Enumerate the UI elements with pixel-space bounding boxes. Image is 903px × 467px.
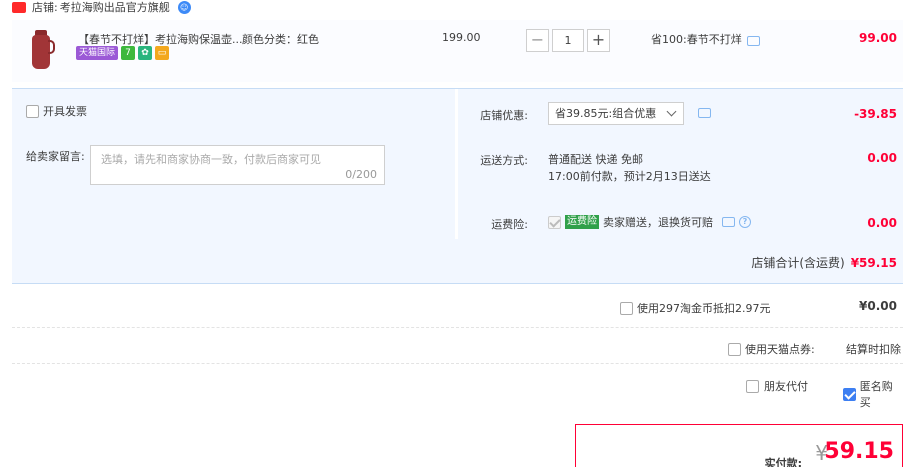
comment-icon[interactable] xyxy=(746,35,760,46)
chat-bubble-icon[interactable]: ☺ xyxy=(177,0,191,14)
anonymous-label: 匿名购买 xyxy=(859,380,893,409)
invoice-label: 开具发票 xyxy=(43,105,87,118)
item-promo-text: 省100:春节不打烊 xyxy=(651,33,742,46)
coin-amount: ¥0.00 xyxy=(859,299,897,313)
green-service-icon: ✿ xyxy=(138,46,153,60)
insurance-amount: 0.00 xyxy=(867,216,897,230)
anonymous-option[interactable]: 匿名购买 xyxy=(843,378,903,410)
store-label: 店铺: xyxy=(32,1,58,14)
product-title-link[interactable]: 【春节不打烊】考拉海购保温壶... xyxy=(78,31,248,47)
shipping-eta: 17:00前付款，预计2月13日送达 xyxy=(548,170,711,183)
store-total-amount: ¥59.15 xyxy=(850,255,897,270)
tmall-coupon-checkbox[interactable] xyxy=(728,342,741,356)
insurance-comment-icon[interactable] xyxy=(722,217,735,227)
seller-message-input[interactable] xyxy=(91,146,384,184)
store-name-link[interactable]: 考拉海购出品官方旗舰 xyxy=(60,0,170,15)
item-promo: 省100:春节不打烊 xyxy=(651,31,760,47)
tmall-coupon-settle: 结算时扣除 xyxy=(846,343,901,356)
order-item-row: 【春节不打烊】考拉海购保温壶... 颜色分类：红色 天猫国际 7 ✿ ▭ 199… xyxy=(12,20,903,82)
store-total-label: 店铺合计(含运费) xyxy=(751,256,845,270)
store-coupon-select[interactable]: 省39.85元:组合优惠 xyxy=(548,102,684,125)
insurance-tag: 运费险 xyxy=(565,215,599,229)
payment-summary: 实付款: ¥ 59.15 xyxy=(575,424,903,467)
store-coupon-label: 店铺优惠: xyxy=(480,109,528,122)
help-icon[interactable]: ? xyxy=(739,216,751,228)
invoice-checkbox[interactable] xyxy=(26,104,39,118)
payment-amount: 59.15 xyxy=(824,439,894,464)
order-options-panel: 开具发票 给卖家留言: 0/200 店铺优惠: 省39.85元:组合优惠 -39… xyxy=(12,88,903,284)
invoice-option[interactable]: 开具发票 xyxy=(26,103,87,119)
quantity-plus-button[interactable]: + xyxy=(587,29,610,52)
credit-card-icon: ▭ xyxy=(155,46,170,60)
friend-pay-label: 朋友代付 xyxy=(764,380,808,393)
insurance-checkbox xyxy=(548,215,561,229)
payment-label: 实付款: xyxy=(764,457,802,467)
product-tags: 天猫国际 7 ✿ ▭ xyxy=(76,46,170,60)
coupon-comment-icon[interactable] xyxy=(698,108,711,118)
insurance-option: 运费险 卖家赠送，退换货可赔 ? xyxy=(548,214,751,230)
friend-pay-option[interactable]: 朋友代付 xyxy=(746,378,808,394)
coin-option[interactable]: 使用297淘金币抵扣2.97元 xyxy=(620,300,771,316)
quantity-minus-button[interactable]: − xyxy=(526,29,549,52)
tmall-intl-badge: 天猫国际 xyxy=(76,46,119,60)
anonymous-checkbox[interactable] xyxy=(843,387,856,401)
shipping-method: 普通配送 快递 免邮 xyxy=(548,153,643,166)
chevron-down-icon xyxy=(666,106,677,117)
seven-day-return-icon: 7 xyxy=(121,46,136,60)
store-coupon-amount: -39.85 xyxy=(854,107,897,121)
unit-price: 199.00 xyxy=(442,31,481,44)
tmall-coupon-row: 使用天猫点券: 结算时扣除 xyxy=(12,330,903,364)
friend-pay-checkbox[interactable] xyxy=(746,379,759,393)
seller-message-field: 0/200 xyxy=(90,145,385,185)
shipping-info: 普通配送 快递 免邮 17:00前付款，预计2月13日送达 xyxy=(548,151,711,185)
tmall-coupon-option[interactable]: 使用天猫点券: xyxy=(728,341,815,357)
left-options: 开具发票 给卖家留言: 0/200 xyxy=(12,89,455,239)
insurance-label: 运费险: xyxy=(491,218,528,231)
product-thumbnail[interactable] xyxy=(28,28,56,72)
tmall-logo-icon xyxy=(12,1,26,13)
quantity-stepper: − 1 + xyxy=(526,29,610,52)
message-label: 给卖家留言: xyxy=(26,150,85,163)
store-coupon-value: 省39.85元:组合优惠 xyxy=(555,107,657,120)
extra-options-row: 朋友代付 匿名购买 xyxy=(12,366,903,409)
shipping-label: 运送方式: xyxy=(480,154,528,167)
shipping-amount: 0.00 xyxy=(867,151,897,165)
product-sku: 颜色分类：红色 xyxy=(242,33,319,46)
right-options: 店铺优惠: 省39.85元:组合优惠 -39.85 运送方式: 普通配送 快递 … xyxy=(458,89,903,239)
store-header: 店铺: 考拉海购出品官方旗舰 ☺ xyxy=(12,0,191,14)
coin-checkbox[interactable] xyxy=(620,301,633,315)
item-subtotal: 99.00 xyxy=(859,31,897,45)
store-total: 店铺合计(含运费) ¥59.15 xyxy=(751,254,897,271)
tmall-coupon-label: 使用天猫点券: xyxy=(745,343,815,356)
insurance-text: 卖家赠送，退换货可赔 xyxy=(603,216,713,229)
coin-deduction-row: 使用297淘金币抵扣2.97元 ¥0.00 xyxy=(12,290,903,328)
quantity-input[interactable]: 1 xyxy=(552,29,584,52)
message-char-count: 0/200 xyxy=(345,168,377,181)
coin-label: 使用297淘金币抵扣2.97元 xyxy=(637,302,771,315)
